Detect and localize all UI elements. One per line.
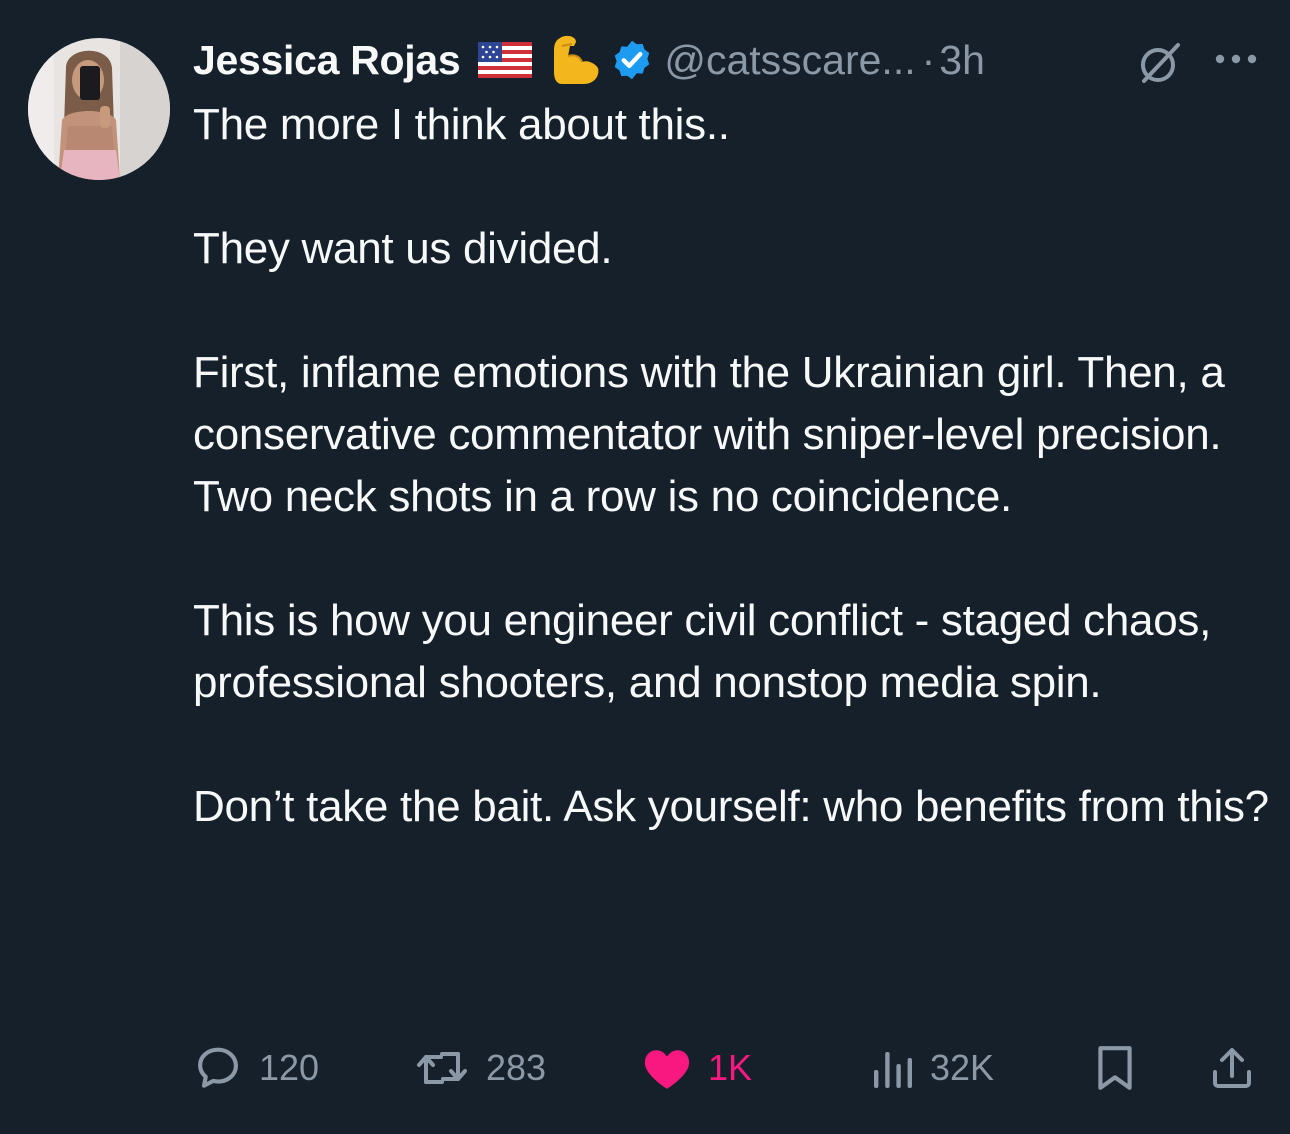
comment-bubble-icon <box>198 1047 239 1088</box>
tweet-paragraph: They want us divided. <box>193 224 613 273</box>
avatar[interactable] <box>28 38 170 180</box>
tweet-paragraph: Don’t take the bait. Ask yourself: who b… <box>193 782 1269 831</box>
us-flag-icon <box>478 42 533 78</box>
retweet-icon <box>417 1052 467 1084</box>
separator-dot: · <box>921 36 936 83</box>
views-button[interactable]: 32K <box>872 1040 994 1096</box>
bookmark-button[interactable] <box>1094 1040 1136 1096</box>
verified-badge-icon[interactable] <box>610 38 654 82</box>
timestamp[interactable]: 3h <box>939 37 985 84</box>
tweet-header: Jessica Rojas @catsscare... · 3h <box>193 34 1273 86</box>
heart-filled-icon <box>644 1050 690 1089</box>
tweet-paragraph: This is how you engineer civil conflict … <box>193 596 1211 707</box>
bookmark-icon <box>1098 1046 1132 1090</box>
display-name[interactable]: Jessica Rojas <box>193 37 461 84</box>
more-dots-icon[interactable] <box>1212 44 1260 74</box>
avatar-photo <box>28 38 170 180</box>
handle[interactable]: @catsscare... <box>664 37 915 84</box>
grok-icon[interactable] <box>1134 38 1184 88</box>
tweet-paragraph: The more I think about this.. <box>193 100 730 149</box>
views-count: 32K <box>930 1047 995 1088</box>
retweet-count: 283 <box>486 1047 547 1088</box>
reply-count: 120 <box>259 1047 320 1088</box>
like-count: 1K <box>708 1047 753 1088</box>
flexed-biceps-icon <box>546 32 602 88</box>
share-icon <box>1213 1048 1251 1088</box>
reply-button[interactable]: 120 <box>193 1040 319 1096</box>
tweet-paragraph: First, inflame emotions with the Ukraini… <box>193 348 1225 521</box>
retweet-button[interactable]: 283 <box>414 1040 546 1096</box>
like-button[interactable]: 1K <box>642 1040 752 1096</box>
share-button[interactable] <box>1208 1040 1256 1096</box>
tweet-text: The more I think about this.. They want … <box>193 94 1273 838</box>
views-bars-icon <box>874 1052 912 1088</box>
